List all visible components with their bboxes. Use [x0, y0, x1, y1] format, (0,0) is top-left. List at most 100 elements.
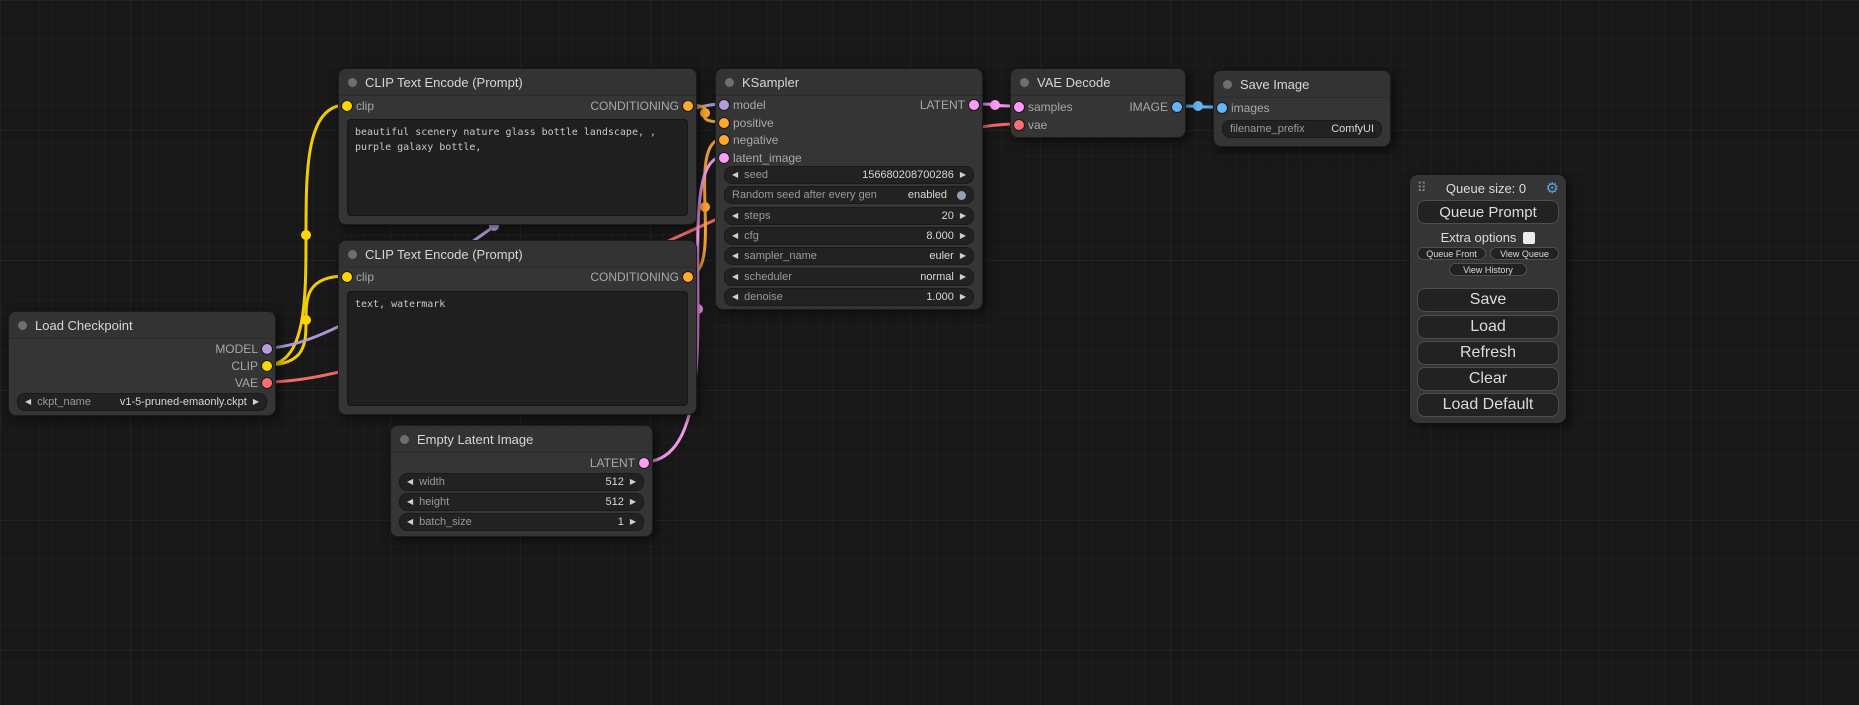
collapse-dot[interactable] [1223, 80, 1232, 89]
gear-icon[interactable]: ⚙ [1546, 179, 1559, 197]
input-slot-positive[interactable] [719, 118, 729, 128]
widget-label: ckpt_name [37, 396, 91, 408]
graph-canvas[interactable]: Load Checkpoint MODEL CLIP VAE ◀ ckpt_na… [0, 0, 1859, 705]
queue-prompt-button[interactable]: Queue Prompt [1417, 200, 1559, 224]
decrement-arrow-icon[interactable]: ◀ [407, 475, 413, 489]
node-title-bar[interactable]: KSampler [716, 69, 982, 96]
output-slot-conditioning[interactable] [683, 272, 693, 282]
output-label-latent: LATENT [590, 456, 635, 470]
node-title-bar[interactable]: CLIP Text Encode (Prompt) [339, 69, 696, 96]
extra-options-row: Extra options [1410, 230, 1566, 245]
output-slot-conditioning[interactable] [683, 101, 693, 111]
collapse-dot[interactable] [18, 321, 27, 330]
widget-seed[interactable]: ◀ seed 156680208700286 ▶ [724, 166, 974, 184]
widget-width[interactable]: ◀ width 512 ▶ [399, 473, 644, 491]
decrement-arrow-icon[interactable]: ◀ [407, 495, 413, 509]
increment-arrow-icon[interactable]: ▶ [630, 515, 636, 529]
node-title-bar[interactable]: CLIP Text Encode (Prompt) [339, 241, 696, 268]
node-empty-latent-image[interactable]: Empty Latent Image LATENT ◀ width 512 ▶ … [390, 425, 653, 537]
extra-options-label: Extra options [1441, 230, 1517, 245]
node-title: KSampler [742, 75, 799, 90]
decrement-arrow-icon[interactable]: ◀ [732, 229, 738, 243]
widget-batch-size[interactable]: ◀ batch_size 1 ▶ [399, 513, 644, 531]
clear-button[interactable]: Clear [1417, 367, 1559, 391]
decrement-arrow-icon[interactable]: ◀ [732, 209, 738, 223]
widget-cfg[interactable]: ◀ cfg 8.000 ▶ [724, 227, 974, 245]
view-queue-button[interactable]: View Queue [1490, 247, 1559, 260]
widget-value: ComfyUI [1331, 123, 1374, 135]
node-ksampler[interactable]: KSampler model positive negative latent_… [715, 68, 983, 310]
decrement-arrow-icon[interactable]: ◀ [732, 290, 738, 304]
node-title-bar[interactable]: VAE Decode [1011, 69, 1185, 96]
collapse-dot[interactable] [400, 435, 409, 444]
widget-value: 1 [618, 516, 624, 528]
collapse-dot[interactable] [1020, 78, 1029, 87]
increment-arrow-icon[interactable]: ▶ [630, 475, 636, 489]
collapse-dot[interactable] [348, 250, 357, 259]
extra-options-checkbox[interactable] [1523, 232, 1535, 244]
increment-arrow-icon[interactable]: ▶ [960, 249, 966, 263]
input-slot-images[interactable] [1217, 103, 1227, 113]
output-label-image: IMAGE [1129, 100, 1168, 114]
input-slot-negative[interactable] [719, 135, 729, 145]
collapse-dot[interactable] [348, 78, 357, 87]
increment-arrow-icon[interactable]: ▶ [960, 168, 966, 182]
node-save-image[interactable]: Save Image images filename_prefix ComfyU… [1213, 70, 1391, 147]
node-clip-text-encode-positive[interactable]: CLIP Text Encode (Prompt) clip CONDITION… [338, 68, 697, 225]
drag-handle-icon[interactable]: ⠿ [1417, 180, 1427, 196]
widget-filename-prefix[interactable]: filename_prefix ComfyUI [1222, 120, 1382, 138]
output-slot-clip[interactable] [262, 361, 272, 371]
widget-height[interactable]: ◀ height 512 ▶ [399, 493, 644, 511]
input-slot-clip[interactable] [342, 272, 352, 282]
wire-midpoint-dot [301, 315, 311, 325]
collapse-dot[interactable] [725, 78, 734, 87]
node-load-checkpoint[interactable]: Load Checkpoint MODEL CLIP VAE ◀ ckpt_na… [8, 311, 276, 416]
positive-prompt-textarea[interactable]: beautiful scenery nature glass bottle la… [347, 119, 688, 216]
comfy-menu-panel[interactable]: ⠿ Queue size: 0 ⚙ Queue Prompt Extra opt… [1410, 175, 1566, 423]
increment-arrow-icon[interactable]: ▶ [960, 290, 966, 304]
node-title-bar[interactable]: Save Image [1214, 71, 1390, 98]
output-slot-model[interactable] [262, 344, 272, 354]
queue-front-button[interactable]: Queue Front [1417, 247, 1486, 260]
decrement-arrow-icon[interactable]: ◀ [732, 168, 738, 182]
load-default-button[interactable]: Load Default [1417, 393, 1559, 417]
node-clip-text-encode-negative[interactable]: CLIP Text Encode (Prompt) clip CONDITION… [338, 240, 697, 415]
widget-label: scheduler [744, 271, 792, 283]
input-label-positive: positive [733, 116, 774, 130]
increment-arrow-icon[interactable]: ▶ [960, 229, 966, 243]
output-slot-latent[interactable] [639, 458, 649, 468]
output-slot-image[interactable] [1172, 102, 1182, 112]
view-history-button[interactable]: View History [1449, 263, 1527, 276]
input-slot-model[interactable] [719, 100, 729, 110]
input-slot-clip[interactable] [342, 101, 352, 111]
node-title-bar[interactable]: Load Checkpoint [9, 312, 275, 339]
decrement-arrow-icon[interactable]: ◀ [732, 270, 738, 284]
widget-value: 512 [605, 496, 623, 508]
input-slot-latent-image[interactable] [719, 153, 729, 163]
save-button[interactable]: Save [1417, 288, 1559, 312]
node-vae-decode[interactable]: VAE Decode samples vae IMAGE [1010, 68, 1186, 138]
widget-random-seed-toggle[interactable]: Random seed after every gen enabled [724, 186, 974, 204]
increment-arrow-icon[interactable]: ▶ [960, 270, 966, 284]
negative-prompt-textarea[interactable]: text, watermark [347, 291, 688, 406]
node-title-bar[interactable]: Empty Latent Image [391, 426, 652, 453]
toggle-dot[interactable] [957, 191, 966, 200]
decrement-arrow-icon[interactable]: ◀ [407, 515, 413, 529]
decrement-arrow-icon[interactable]: ◀ [25, 395, 31, 409]
output-slot-vae[interactable] [262, 378, 272, 388]
input-slot-vae[interactable] [1014, 120, 1024, 130]
increment-arrow-icon[interactable]: ▶ [253, 395, 259, 409]
widget-sampler-name[interactable]: ◀ sampler_name euler ▶ [724, 247, 974, 265]
output-slot-latent[interactable] [969, 100, 979, 110]
decrement-arrow-icon[interactable]: ◀ [732, 249, 738, 263]
refresh-button[interactable]: Refresh [1417, 341, 1559, 365]
load-button[interactable]: Load [1417, 315, 1559, 339]
widget-denoise[interactable]: ◀ denoise 1.000 ▶ [724, 288, 974, 306]
widget-scheduler[interactable]: ◀ scheduler normal ▶ [724, 268, 974, 286]
widget-steps[interactable]: ◀ steps 20 ▶ [724, 207, 974, 225]
increment-arrow-icon[interactable]: ▶ [960, 209, 966, 223]
widget-ckpt-name[interactable]: ◀ ckpt_name v1-5-pruned-emaonly.ckpt ▶ [17, 393, 267, 411]
increment-arrow-icon[interactable]: ▶ [630, 495, 636, 509]
input-slot-samples[interactable] [1014, 102, 1024, 112]
node-title: CLIP Text Encode (Prompt) [365, 247, 523, 262]
